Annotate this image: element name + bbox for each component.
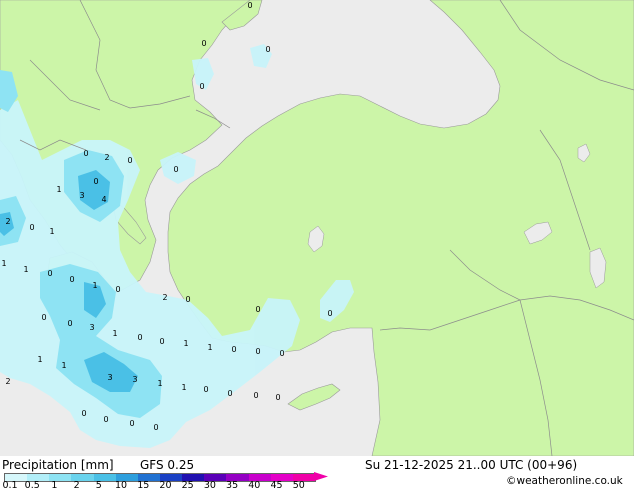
precip-value-label: 0 [279, 349, 284, 358]
precip-value-label: 0 [69, 275, 74, 284]
legend-tick: 35 [226, 480, 239, 491]
precip-value-label: 0 [159, 337, 164, 346]
precip-value-label: 3 [89, 323, 94, 332]
precip-value-label: 1 [61, 361, 66, 370]
legend-tick: 45 [270, 480, 283, 491]
legend-arrow [314, 472, 328, 481]
legend-tick: 1 [51, 480, 58, 491]
precip-value-label: 2 [162, 293, 167, 302]
precip-value-label: 3 [107, 373, 112, 382]
footer-model: GFS 0.25 [140, 458, 195, 472]
precip-value-label: 0 [265, 45, 270, 54]
precip-value-label: 1 [23, 265, 28, 274]
footer-credit: ©weatheronline.co.uk [506, 475, 623, 487]
precip-value-label: 2 [104, 153, 109, 162]
precip-value-label: 0 [255, 347, 260, 356]
precip-value-label: 2 [5, 217, 10, 226]
legend-tick: 5 [95, 480, 102, 491]
precip-value-label: 0 [327, 309, 332, 318]
precip-value-label: 0 [127, 156, 132, 165]
legend-tick: 20 [159, 480, 172, 491]
precip-value-label: 0 [129, 419, 134, 428]
precip-value-label: 0 [93, 177, 98, 186]
precip-value-label: 0 [173, 165, 178, 174]
precip-value-label: 4 [101, 195, 106, 204]
precip-value-label: 0 [83, 149, 88, 158]
precip-value-label: 0 [47, 269, 52, 278]
precip-value-label: 1 [1, 259, 6, 268]
precip-value-label: 0 [255, 305, 260, 314]
legend-tick: 40 [248, 480, 261, 491]
precip-value-label: 0 [199, 82, 204, 91]
precip-value-label: 0 [41, 313, 46, 322]
legend-tick: 0.1 [2, 480, 18, 491]
precip-value-label: 0 [231, 345, 236, 354]
legend-tick: 50 [292, 480, 305, 491]
precip-value-label: 0 [185, 295, 190, 304]
precip-value-label: 3 [132, 375, 137, 384]
precip-value-label: 0 [275, 393, 280, 402]
precip-value-label: 2 [5, 377, 10, 386]
precip-value-label: 1 [49, 227, 54, 236]
precip-value-label: 0 [253, 391, 258, 400]
precip-value-label: 1 [56, 185, 61, 194]
precip-value-label: 0 [67, 319, 72, 328]
precip-value-label: 0 [103, 415, 108, 424]
precip-value-label: 1 [157, 379, 162, 388]
precip-value-label: 1 [207, 343, 212, 352]
legend-tick: 30 [203, 480, 216, 491]
precip-value-label: 0 [29, 223, 34, 232]
precip-value-label: 1 [183, 339, 188, 348]
precip-value-label: 1 [112, 329, 117, 338]
legend-tick: 10 [115, 480, 128, 491]
precipitation-map: 0000020013402011100103200031001100011231… [0, 0, 634, 457]
precip-value-label: 0 [137, 333, 142, 342]
precip-value-label: 1 [37, 355, 42, 364]
precip-value-label: 0 [247, 1, 252, 10]
footer-title: Precipitation [mm] [2, 458, 114, 472]
precip-value-label: 1 [92, 281, 97, 290]
precip-value-label: 0 [81, 409, 86, 418]
legend-tick: 15 [137, 480, 150, 491]
legend-tick: 0.5 [24, 480, 40, 491]
precip-value-label: 0 [203, 385, 208, 394]
map-canvas: 00000 2 0013 4020 111 001 032 00031 0 0 1 1 0 0 0112 31… [0, 0, 634, 457]
precip-value-label: 3 [79, 191, 84, 200]
legend-tick: 25 [181, 480, 194, 491]
footer: Precipitation [mm] GFS 0.25 Su 21-12-202… [0, 456, 634, 491]
precip-value-label: 0 [201, 39, 206, 48]
footer-datetime: Su 21-12-2025 21..00 UTC (00+96) [365, 458, 578, 472]
precip-value-label: 0 [153, 423, 158, 432]
precip-value-label: 0 [115, 285, 120, 294]
precip-value-label: 1 [181, 383, 186, 392]
legend-tick: 2 [73, 480, 80, 491]
precip-value-label: 0 [227, 389, 232, 398]
